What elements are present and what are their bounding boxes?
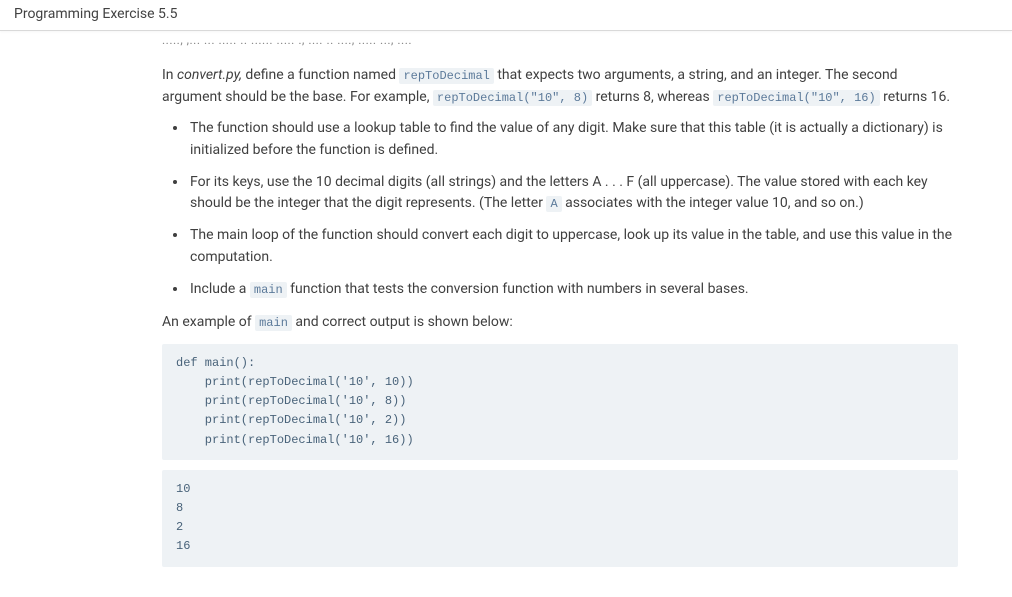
example-post: and correct output is shown below:: [292, 314, 513, 330]
bullet-text: The main loop of the function should con…: [190, 227, 952, 265]
inline-code-a: A: [546, 196, 561, 212]
intro-mid2: returns 8, whereas: [592, 89, 713, 105]
example-intro: An example of main and correct output is…: [162, 312, 958, 334]
inline-code-call-8: repToDecimal("10", 8): [433, 90, 592, 106]
page-title: Programming Exercise 5.5: [14, 6, 998, 22]
truncated-line: ....., ,... ... ..... .. ...... ..... .,…: [130, 31, 990, 53]
list-item: The main loop of the function should con…: [188, 225, 958, 268]
bullet-post: function that tests the conversion funct…: [287, 281, 749, 297]
intro-post1: define a function named: [242, 67, 400, 83]
intro-pre1: In: [162, 67, 177, 83]
inline-code-main: main: [250, 282, 287, 298]
bullet-pre: Include a: [190, 281, 250, 297]
inline-code-call-16: repToDecimal("10", 16): [713, 90, 879, 106]
intro-mid3: returns 16.: [880, 89, 950, 105]
list-item: For its keys, use the 10 decimal digits …: [188, 172, 958, 215]
intro-filename: convert.py,: [177, 67, 242, 83]
inline-code-reptodecimal: repToDecimal: [399, 68, 493, 84]
bullet-text: The function should use a lookup table t…: [190, 120, 943, 158]
requirements-list: The function should use a lookup table t…: [188, 118, 958, 300]
intro-paragraph: In convert.py, define a function named r…: [162, 65, 958, 108]
bullet-post: associates with the integer value 10, an…: [562, 195, 864, 211]
page-header: Programming Exercise 5.5: [0, 0, 1012, 31]
list-item: The function should use a lookup table t…: [188, 118, 958, 161]
code-block-main: def main(): print(repToDecimal('10', 10)…: [162, 344, 958, 460]
code-block-output: 10 8 2 16: [162, 470, 958, 567]
exercise-content: ....., ,... ... ..... .. ...... ..... .,…: [130, 31, 990, 597]
example-pre: An example of: [162, 314, 255, 330]
inline-code-main2: main: [255, 315, 292, 331]
list-item: Include a main function that tests the c…: [188, 279, 958, 301]
